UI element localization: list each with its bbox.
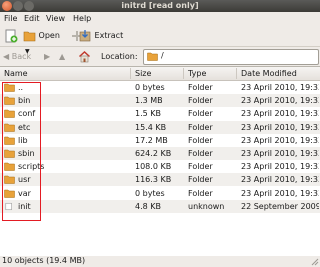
file-row[interactable]: etc 15.4 KB Folder 23 April 2010, 19:33 [0,120,320,134]
open-button[interactable]: Open ▼ [23,28,65,55]
back-button[interactable]: ◀ Back [3,49,39,64]
window-title: initrd [read only] [121,1,199,10]
up-arrow-icon: ▲ [59,52,66,61]
file-type: Folder [188,162,213,172]
new-archive-button[interactable] [4,28,20,43]
file-row[interactable]: bin 1.3 MB Folder 23 April 2010, 19:33 [0,94,320,108]
file-date: 23 April 2010, 19:33 [241,122,319,132]
file-size: 1.3 MB [135,96,163,106]
file-date: 23 April 2010, 19:33 [241,162,319,172]
toolbar: Open ▼ Extract [0,25,320,55]
open-folder-icon [23,31,36,41]
location-bar: ◀ Back ▶ ▲ Location: / [0,47,320,66]
new-archive-icon [5,29,18,42]
menu-bar: File Edit View Help [0,12,320,25]
column-separator[interactable] [130,68,131,79]
column-header-type[interactable]: Type [188,69,206,78]
file-type: Folder [188,188,213,198]
status-text: 10 objects (19.4 MB) [2,256,86,265]
column-header-name[interactable]: Name [4,69,28,78]
file-type: unknown [188,201,225,211]
file-type: Folder [188,175,213,185]
open-label: Open [38,31,60,40]
file-type: Folder [188,149,213,158]
file-date: 23 April 2010, 19:33 [241,188,319,198]
file-size: 108.0 KB [135,162,172,172]
forward-arrow-icon: ▶ [44,52,51,61]
file-row[interactable]: sbin 624.2 KB Folder 23 April 2010, 19:33 [0,147,320,160]
file-date: 23 April 2010, 19:33 [241,149,319,158]
file-date: 23 April 2010, 19:33 [241,96,319,106]
home-icon [78,50,91,63]
column-header-row: Name Size Type Date Modified [0,67,320,81]
file-row[interactable]: scripts 108.0 KB Folder 23 April 2010, 19:3… [0,160,320,173]
column-header-size[interactable]: Size [135,69,151,78]
menu-edit[interactable]: Edit [24,14,40,23]
column-separator[interactable] [183,68,184,79]
home-button[interactable] [78,49,92,64]
archive-manager-window: initrd [read only] File Edit View Help O… [0,0,320,267]
column-header-date[interactable]: Date Modified [241,69,297,78]
extract-button[interactable]: Extract [79,28,125,43]
back-label: Back [11,52,32,61]
file-type: Folder [188,83,213,92]
location-path: / [161,51,164,60]
file-size: 624.2 KB [135,149,172,158]
file-size: 4.8 KB [135,201,161,211]
file-size: 1.5 KB [135,109,161,119]
file-date: 23 April 2010, 19:33 [241,175,319,185]
folder-icon [147,52,158,61]
resize-grip-icon[interactable] [311,258,319,266]
file-row[interactable]: var 0 bytes Folder 23 April 2010, 19:33 [0,187,320,200]
status-bar: 10 objects (19.4 MB) [0,255,320,267]
file-type: Folder [188,122,213,132]
file-type: Folder [188,109,213,119]
menu-view[interactable]: View [46,14,65,23]
file-row[interactable]: .. 0 bytes Folder 23 April 2010, 19:33 [0,81,320,94]
file-type: Folder [188,96,213,106]
extract-label: Extract [94,31,124,40]
location-label: Location: [101,52,138,61]
file-size: 0 bytes [135,83,165,92]
file-row[interactable]: init4.8 KBunknown22 September 2009... [0,199,320,213]
extract-icon [79,30,91,42]
file-size: 0 bytes [135,188,165,198]
file-date: 23 April 2010, 19:33 [241,135,319,145]
forward-button[interactable]: ▶ [44,49,58,64]
highlight-box [2,82,41,221]
file-date: 23 April 2010, 19:33 [241,83,319,92]
menu-help[interactable]: Help [73,14,91,23]
file-list: Name Size Type Date Modified .. 0 bytes Fo… [0,66,320,256]
file-size: 15.4 KB [135,122,167,132]
file-row[interactable]: conf 1.5 KB Folder 23 April 2010, 19:33 [0,107,320,120]
up-button[interactable]: ▲ [59,49,73,64]
file-size: 116.3 KB [135,175,172,185]
title-bar[interactable]: initrd [read only] [0,0,320,12]
file-date: 22 September 2009... [241,201,319,211]
back-arrow-icon: ◀ [3,52,10,61]
file-row[interactable]: usr 116.3 KB Folder 23 April 2010, 19:33 [0,173,320,187]
column-separator[interactable] [236,68,237,79]
location-field[interactable]: / [143,49,319,65]
menu-file[interactable]: File [4,14,17,23]
file-size: 17.2 MB [135,135,168,145]
file-type: Folder [188,135,213,145]
file-date: 23 April 2010, 19:33 [241,109,319,119]
file-row[interactable]: lib 17.2 MB Folder 23 April 2010, 19:33 [0,134,320,147]
